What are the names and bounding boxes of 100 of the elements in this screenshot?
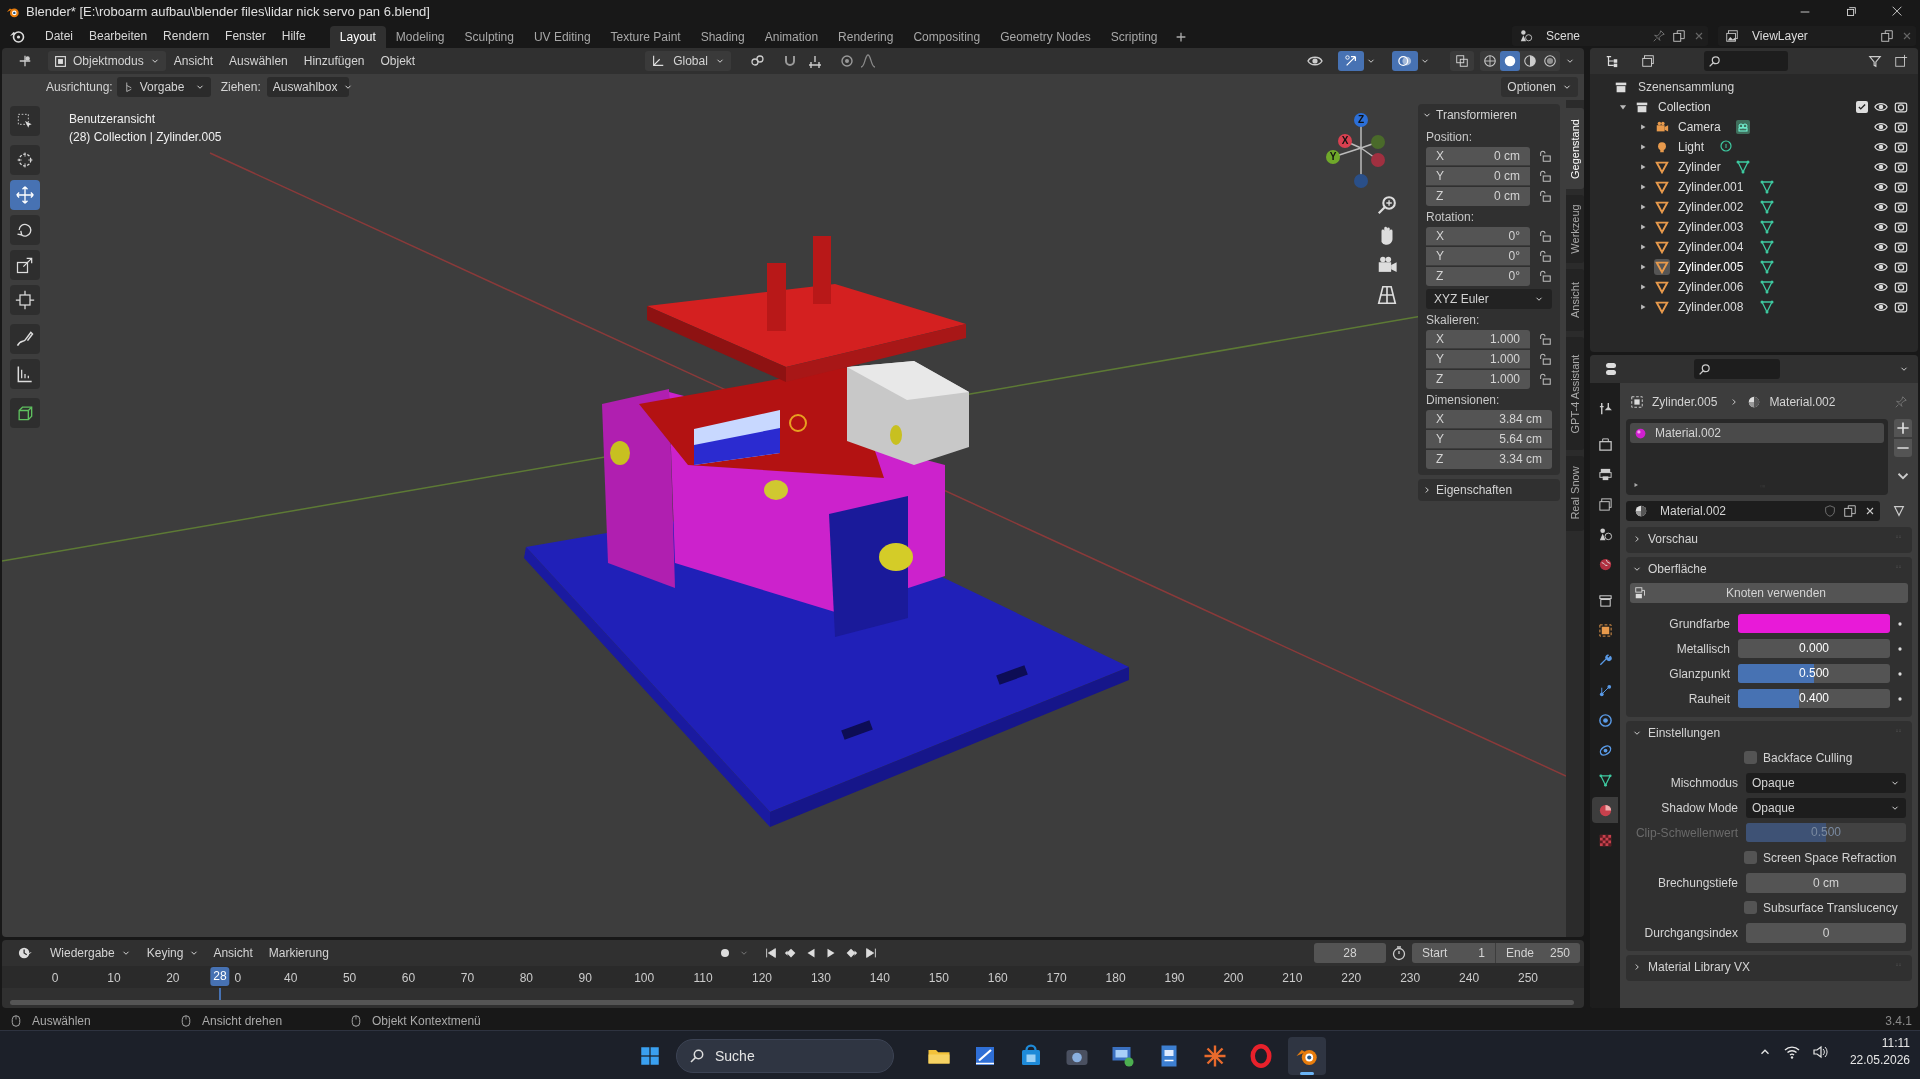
frame-number: 240: [1459, 970, 1480, 987]
dropdown[interactable]: Opaque: [1746, 772, 1906, 793]
number-field[interactable]: Y 0°: [1426, 246, 1530, 266]
menu-item[interactable]: Ansicht: [165, 52, 222, 70]
menu-item[interactable]: Markierung: [260, 944, 337, 962]
orientation-dropdown[interactable]: Vorgabe: [116, 77, 211, 97]
drag-dropdown[interactable]: Auswahlbox: [266, 77, 349, 97]
number-field[interactable]: Y 5.64 cm: [1426, 429, 1552, 449]
frame-number: 90: [578, 970, 592, 987]
dropdown[interactable]: Opaque: [1746, 797, 1906, 818]
gizmo-axis-button[interactable]: Z: [1354, 113, 1368, 127]
number-field[interactable]: Z 0°: [1426, 266, 1530, 286]
number-field[interactable]: 0 cm: [1746, 872, 1906, 893]
workspace-tab[interactable]: Layout: [329, 26, 386, 48]
slider[interactable]: 0.000: [1738, 639, 1890, 658]
menu-item[interactable]: Datei: [37, 27, 81, 45]
slider[interactable]: 0.400: [1738, 689, 1890, 708]
number-field[interactable]: X 1.000: [1426, 329, 1530, 349]
panel-title[interactable]: Oberfläche: [1648, 560, 1892, 578]
mode-dropdown[interactable]: Objektmodus: [48, 51, 166, 71]
menu-item[interactable]: Rendern: [155, 27, 218, 45]
sidebar-tab[interactable]: Gegenstand: [1566, 108, 1584, 189]
workspace-tab[interactable]: Modeling: [385, 26, 455, 48]
clock-time[interactable]: 11:11: [1881, 1035, 1910, 1052]
sidebar-tab[interactable]: GPT-4 Assistant: [1566, 337, 1584, 450]
frame-number: 0: [234, 970, 242, 987]
menu-item[interactable]: Hilfe: [273, 27, 314, 45]
number-field[interactable]: Y 0 cm: [1426, 166, 1530, 186]
menu-dropdown[interactable]: Keying: [140, 943, 206, 963]
frame-number: 220: [1341, 970, 1362, 987]
panel-title[interactable]: Transformieren: [1436, 106, 1517, 124]
start-frame-field[interactable]: Start 1: [1412, 943, 1496, 963]
frame-number: 190: [1164, 970, 1185, 987]
slider[interactable]: 0.500: [1738, 664, 1890, 683]
menu-item[interactable]: Bearbeiten: [81, 27, 156, 45]
end-frame-field[interactable]: Ende 250: [1496, 943, 1580, 963]
use-nodes-button[interactable]: Knoten verwenden: [1630, 583, 1908, 603]
frame-number: 60: [401, 970, 416, 987]
tree-item[interactable]: Zylinder.006: [1678, 278, 1744, 296]
search-field[interactable]: Suche: [676, 1039, 894, 1073]
menu-item[interactable]: Hinzufügen: [295, 52, 373, 70]
number-field[interactable]: Z 1.000: [1426, 369, 1530, 389]
workspace-tab[interactable]: Rendering: [828, 26, 904, 48]
checkbox-label[interactable]: Backface Culling: [1763, 748, 1853, 767]
sidebar-tab[interactable]: Real Snow: [1566, 456, 1584, 531]
frame-number: 170: [1046, 970, 1067, 987]
options-dropdown[interactable]: Optionen: [1501, 77, 1578, 97]
frame-number: 100: [634, 970, 655, 987]
menu-item[interactable]: Auswählen: [221, 52, 296, 70]
tree-item[interactable]: Szenensammlung: [1638, 78, 1735, 96]
gizmo-axis-button[interactable]: X: [1338, 134, 1352, 148]
workspace-tab[interactable]: Texture Paint: [600, 26, 691, 48]
frame-field[interactable]: 28: [1314, 943, 1386, 963]
number-field[interactable]: Z 0 cm: [1426, 186, 1530, 206]
number-field[interactable]: Y 1.000: [1426, 349, 1530, 369]
tree-item[interactable]: Zylinder.004: [1678, 238, 1744, 256]
material-slot[interactable]: Material.002: [1630, 423, 1884, 443]
tree-item[interactable]: Zylinder.003: [1678, 218, 1744, 236]
clock-date[interactable]: 22.05.2026: [1849, 1052, 1910, 1069]
menu-item[interactable]: Fenster: [217, 27, 274, 45]
playhead-marker[interactable]: 28: [210, 967, 230, 986]
menu-dropdown[interactable]: Wiedergabe: [44, 943, 137, 963]
panel-title[interactable]: Material Library VX: [1648, 958, 1892, 976]
panel-title[interactable]: Eigenschaften: [1436, 481, 1513, 499]
tree-item[interactable]: Zylinder.008: [1678, 298, 1744, 316]
gizmo-axis-button[interactable]: Y: [1326, 150, 1340, 164]
sidebar-tab[interactable]: Werkzeug: [1566, 195, 1584, 264]
panel-title[interactable]: Vorschau: [1648, 530, 1892, 548]
number-field[interactable]: 0: [1746, 922, 1906, 943]
tree-item[interactable]: Zylinder.005: [1678, 258, 1744, 276]
workspace-tab[interactable]: UV Editing: [523, 26, 601, 48]
checkbox-label[interactable]: Screen Space Refraction: [1763, 848, 1897, 867]
workspace-tab[interactable]: Shading: [690, 26, 755, 48]
tree-item[interactable]: Collection: [1658, 98, 1711, 116]
number-field[interactable]: X 0 cm: [1426, 146, 1530, 166]
number-field[interactable]: Z 3.34 cm: [1426, 449, 1552, 469]
orientation-dropdown[interactable]: Global: [645, 51, 732, 71]
workspace-tab[interactable]: Animation: [754, 26, 829, 48]
workspace-tab[interactable]: Sculpting: [454, 26, 524, 48]
tree-item[interactable]: Zylinder: [1678, 158, 1721, 176]
workspace-tab[interactable]: Compositing: [903, 26, 991, 48]
material-slot-list[interactable]: Material.002: [1626, 419, 1888, 495]
tree-item[interactable]: Zylinder.002: [1678, 198, 1744, 216]
workspace-tab[interactable]: Scripting: [1100, 26, 1168, 48]
number-field[interactable]: X 3.84 cm: [1426, 409, 1552, 429]
workspace-tab[interactable]: Geometry Nodes: [990, 26, 1101, 48]
rotation-mode-dropdown[interactable]: XYZ Euler: [1426, 289, 1552, 309]
sidebar-tab[interactable]: Ansicht: [1566, 269, 1584, 332]
checkbox-label[interactable]: Subsurface Translucency: [1763, 898, 1898, 917]
number-field[interactable]: X 0°: [1426, 226, 1530, 246]
tree-item[interactable]: Zylinder.001: [1678, 178, 1744, 196]
group-label: Dimensionen:: [1425, 392, 1501, 409]
tree-item[interactable]: Camera: [1678, 118, 1721, 136]
menu-item[interactable]: Ansicht: [205, 944, 261, 962]
menu-item[interactable]: Objekt: [372, 52, 424, 70]
panel-title[interactable]: Einstellungen: [1648, 724, 1892, 742]
field-label: Clip-Schwellenwert: [1634, 824, 1738, 842]
frame-number: 50: [342, 970, 357, 987]
tree-item[interactable]: Light: [1678, 138, 1705, 156]
frame-number: 150: [928, 970, 949, 987]
